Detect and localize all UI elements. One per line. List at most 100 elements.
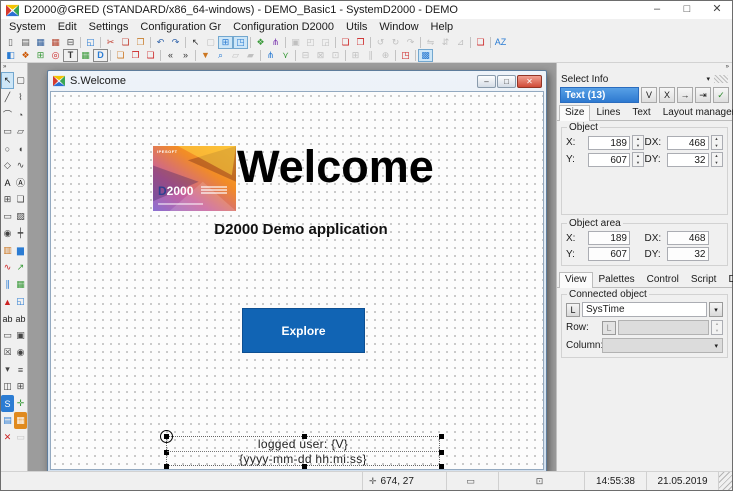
select-info-grip[interactable] bbox=[714, 75, 728, 83]
cut-icon[interactable]: ✂ bbox=[103, 36, 118, 49]
graph-tool[interactable]: ↗ bbox=[14, 259, 27, 276]
object-y-field[interactable]: 607 bbox=[588, 153, 630, 167]
text-entry-tool[interactable]: ab bbox=[1, 310, 14, 327]
radio-button-tool[interactable]: ◉ bbox=[14, 344, 27, 361]
apply-button[interactable]: ✓ bbox=[713, 87, 729, 103]
save-as-icon[interactable]: ▦ bbox=[48, 36, 63, 49]
selection-handle-0[interactable] bbox=[164, 434, 169, 439]
selection-handle-1[interactable] bbox=[302, 434, 307, 439]
object-hierarchy-icon[interactable]: ⋎ bbox=[278, 49, 293, 62]
demo-subtitle[interactable]: D2000 Demo application bbox=[171, 221, 431, 238]
close-scheme-tool[interactable]: ✕ bbox=[1, 429, 14, 446]
scheme-tree-icon[interactable]: ⋔ bbox=[263, 49, 278, 62]
panel-properties-icon[interactable]: ◧ bbox=[3, 49, 18, 62]
list-box-tool[interactable]: ≡ bbox=[14, 361, 27, 378]
windows-button-tool[interactable]: ▭ bbox=[1, 327, 14, 344]
text-display-tool[interactable]: ab bbox=[14, 310, 27, 327]
next-object-button[interactable]: → bbox=[677, 87, 693, 103]
text-tool[interactable]: A bbox=[1, 174, 14, 191]
zoom-area-icon[interactable]: ◳ bbox=[233, 36, 248, 49]
d2000-brochure-image[interactable]: IPESOFT D2000 bbox=[153, 146, 236, 211]
copy-icon[interactable]: ❏ bbox=[118, 36, 133, 49]
pipe-tool[interactable]: ┿ bbox=[14, 225, 27, 242]
histogram-tool[interactable]: ▆ bbox=[14, 242, 27, 259]
paste-to-back-icon[interactable]: ❐ bbox=[128, 49, 143, 62]
chord-tool[interactable]: ◖ bbox=[14, 140, 27, 157]
object-dy-spinner[interactable]: ▲▼ bbox=[711, 152, 723, 167]
tab-text[interactable]: Text bbox=[626, 105, 656, 120]
object-y-spinner[interactable]: ▲▼ bbox=[632, 152, 644, 167]
panel-text-icon[interactable]: T bbox=[63, 49, 78, 62]
logged-user-text[interactable]: logged user: {V} bbox=[167, 437, 439, 452]
frame-3d-tool[interactable]: ❏ bbox=[14, 191, 27, 208]
send-to-back-icon[interactable]: ❐ bbox=[353, 36, 368, 49]
transform-tool[interactable]: ✛ bbox=[14, 395, 27, 412]
selection-handle-4[interactable] bbox=[439, 450, 444, 455]
next-icon[interactable]: » bbox=[178, 49, 193, 62]
snap-grid-icon[interactable]: ▩ bbox=[418, 49, 433, 62]
value-button[interactable]: V bbox=[641, 87, 657, 103]
object-dx-spinner[interactable]: ▲▼ bbox=[711, 135, 723, 150]
panel-bitmap-icon[interactable]: ▦ bbox=[78, 49, 93, 62]
bitmap-button-tool[interactable]: ▣ bbox=[14, 327, 27, 344]
previous-icon[interactable]: « bbox=[163, 49, 178, 62]
arc-tool[interactable]: ⌒ bbox=[1, 106, 14, 123]
bring-to-front-icon[interactable]: ❏ bbox=[338, 36, 353, 49]
object-dy-field[interactable]: 32 bbox=[667, 153, 709, 167]
panel-palette-icon[interactable]: ❖ bbox=[18, 49, 33, 62]
selection-handle-2[interactable] bbox=[439, 434, 444, 439]
tab-layout-manager[interactable]: Layout manager bbox=[657, 105, 733, 120]
zoom-icon[interactable]: ⌕ bbox=[213, 49, 228, 62]
menu-window[interactable]: Window bbox=[373, 19, 424, 35]
menu-edit[interactable]: Edit bbox=[52, 19, 83, 35]
connected-object-l-button[interactable]: L bbox=[566, 303, 580, 317]
selection-handle-3[interactable] bbox=[164, 450, 169, 455]
connected-object-field[interactable]: SysTime bbox=[582, 302, 707, 317]
selection-handle-7[interactable] bbox=[439, 464, 444, 469]
pointer-tool[interactable]: ↖ bbox=[1, 72, 14, 89]
props-tab-control[interactable]: Control bbox=[641, 272, 685, 287]
tab-lines[interactable]: Lines bbox=[590, 105, 626, 120]
structure-icon[interactable]: ⋔ bbox=[268, 36, 283, 49]
marquee-tool[interactable]: ▢ bbox=[14, 72, 27, 89]
last-object-button[interactable]: ⇥ bbox=[695, 87, 711, 103]
selection-handle-6[interactable] bbox=[302, 464, 307, 469]
grid-icon[interactable]: ⊞ bbox=[218, 36, 233, 49]
explore-button[interactable]: Explore bbox=[242, 308, 365, 353]
close-button[interactable]: ✕ bbox=[702, 1, 732, 19]
lock-position-icon[interactable]: ❑ bbox=[473, 36, 488, 49]
selection-handle-5[interactable] bbox=[164, 464, 169, 469]
report-tool[interactable]: ▤ bbox=[1, 412, 14, 429]
polyline-tool[interactable]: ⌇ bbox=[14, 89, 27, 106]
pause-control-tool[interactable]: ∥ bbox=[1, 276, 14, 293]
resize-grip[interactable] bbox=[719, 472, 732, 490]
menu-system[interactable]: System bbox=[3, 19, 52, 35]
combo-box-tool[interactable]: ▾ bbox=[1, 361, 14, 378]
menu-help[interactable]: Help bbox=[425, 19, 460, 35]
ellipse-tool[interactable]: ○ bbox=[1, 140, 14, 157]
menu-utils[interactable]: Utils bbox=[340, 19, 373, 35]
scheme-window-titlebar[interactable]: S.Welcome – □ ✕ bbox=[48, 71, 546, 91]
panel-objects-icon[interactable]: ⊞ bbox=[33, 49, 48, 62]
scheme-close-button[interactable]: ✕ bbox=[517, 75, 542, 88]
move-up-level-icon[interactable]: ◳ bbox=[398, 49, 413, 62]
freehand-tool[interactable]: ∿ bbox=[14, 157, 27, 174]
object-x-spinner[interactable]: ▲▼ bbox=[632, 135, 644, 150]
scheme-minimize-button[interactable]: – bbox=[477, 75, 496, 88]
polygon-tool[interactable]: ◇ bbox=[1, 157, 14, 174]
alarm-tool[interactable]: ▲ bbox=[1, 293, 14, 310]
checkbox-tool[interactable]: ☒ bbox=[1, 344, 14, 361]
delete-button[interactable]: X bbox=[659, 87, 675, 103]
paste-special-icon[interactable]: ❑ bbox=[143, 49, 158, 62]
table-tool[interactable]: ⊞ bbox=[1, 191, 14, 208]
new-scheme-icon[interactable]: ▯ bbox=[3, 36, 18, 49]
selected-object-item[interactable]: Text (13) bbox=[560, 87, 639, 103]
picture-tool[interactable]: ▦ bbox=[14, 276, 27, 293]
menu-configuration-gr[interactable]: Configuration Gr bbox=[134, 19, 227, 35]
web-view-tool[interactable]: ▦ bbox=[14, 412, 27, 429]
props-tab-script[interactable]: Script bbox=[685, 272, 723, 287]
table-control-tool[interactable]: ⊞ bbox=[14, 378, 27, 395]
welcome-heading[interactable]: Welcome bbox=[237, 138, 517, 196]
line-tool[interactable]: ╱ bbox=[1, 89, 14, 106]
connected-object-dropdown[interactable]: ▾ bbox=[709, 302, 723, 317]
